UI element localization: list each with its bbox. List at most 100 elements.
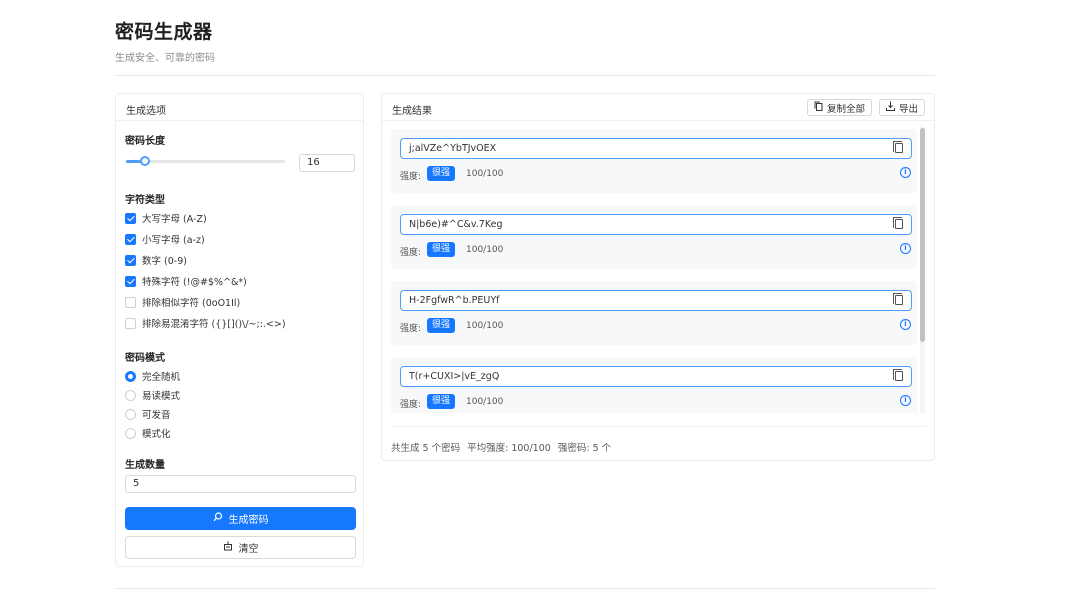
password-text: N|b6e)#^C&v.7Keg xyxy=(409,219,503,230)
strength-badge: 很强 xyxy=(427,318,456,333)
clear-icon xyxy=(223,541,233,554)
password-item: H-2FgfwR^b.PEUYf 强度: 很强 100/100 i xyxy=(391,281,917,345)
radio[interactable] xyxy=(125,408,136,420)
generate-button-label: 生成密码 xyxy=(228,515,269,526)
checkbox[interactable] xyxy=(125,233,136,245)
length-slider[interactable] xyxy=(126,156,285,166)
password-field[interactable]: H-2FgfwR^b.PEUYf xyxy=(400,290,912,311)
results-panel: 生成结果 复制全部 导出 j;alVZe^YbTJvOEX 强度: 很强 100/10… xyxy=(381,93,935,461)
strength-label: 强度: xyxy=(400,324,422,334)
search-icon xyxy=(213,512,223,525)
password-list-scrollbar[interactable] xyxy=(920,126,925,414)
password-field[interactable]: j;alVZe^YbTJvOEX xyxy=(400,138,912,159)
radio[interactable] xyxy=(125,389,136,401)
page: 密码生成器 生成安全、可靠的密码 生成选项 密码长度 16 字符类型 大写字母 … xyxy=(115,0,935,590)
char-type-label: 大写字母 (A-Z) xyxy=(142,214,207,225)
length-input[interactable]: 16 xyxy=(299,154,355,172)
mode-label-text: 可发音 xyxy=(142,410,171,421)
char-type-option[interactable]: 数字 (0-9) xyxy=(125,253,187,267)
strength-label: 强度: xyxy=(400,172,422,182)
info-icon[interactable]: i xyxy=(900,243,911,254)
clear-button[interactable]: 清空 xyxy=(125,536,356,559)
checkbox[interactable] xyxy=(125,317,136,329)
char-type-option[interactable]: 大写字母 (A-Z) xyxy=(125,211,207,225)
char-type-label: 排除相似字符 (0oO1Il) xyxy=(142,298,241,309)
checkbox[interactable] xyxy=(125,254,136,266)
download-icon xyxy=(886,101,895,114)
export-label: 导出 xyxy=(899,103,919,115)
strength-score: 100/100 xyxy=(466,169,504,179)
strength-badge: 很强 xyxy=(427,166,456,181)
length-label: 密码长度 xyxy=(125,136,165,147)
char-type-label: 特殊字符 (!@#$%^&*) xyxy=(142,277,247,288)
copy-icon[interactable] xyxy=(893,369,903,381)
char-type-label: 小写字母 (a-z) xyxy=(142,235,205,246)
copy-all-button[interactable]: 复制全部 xyxy=(807,99,873,116)
info-icon[interactable]: i xyxy=(900,319,911,330)
count-input[interactable]: 5 xyxy=(125,475,356,493)
clear-button-label: 清空 xyxy=(238,544,259,555)
password-item: T(r+CUXI>|vE_zgQ 强度: 很强 100/100 i xyxy=(391,357,917,413)
char-types-label: 字符类型 xyxy=(125,195,165,206)
radio[interactable] xyxy=(125,370,136,382)
char-type-option[interactable]: 排除相似字符 (0oO1Il) xyxy=(125,295,240,309)
strength-score: 100/100 xyxy=(466,321,504,331)
char-type-option[interactable]: 特殊字符 (!@#$%^&*) xyxy=(125,274,247,288)
char-type-option[interactable]: 排除易混淆字符 ({}[]()\/~;:.<>) xyxy=(125,316,286,330)
info-icon[interactable]: i xyxy=(900,167,911,178)
footer-divider xyxy=(115,588,935,589)
summary-divider xyxy=(391,426,926,427)
options-panel-title: 生成选项 xyxy=(126,106,166,117)
export-button[interactable]: 导出 xyxy=(879,99,926,116)
mode-label-text: 完全随机 xyxy=(142,372,181,383)
copy-icon[interactable] xyxy=(893,293,903,305)
strength-label: 强度: xyxy=(400,400,422,410)
copy-all-label: 复制全部 xyxy=(827,103,866,115)
mode-option[interactable]: 完全随机 xyxy=(125,369,180,383)
generate-button[interactable]: 生成密码 xyxy=(125,507,356,530)
strength-score: 100/100 xyxy=(466,245,504,255)
summary-average: 平均强度: 100/100 xyxy=(467,443,551,454)
strength-score: 100/100 xyxy=(466,397,504,407)
char-type-label: 排除易混淆字符 ({}[]()\/~;:.<>) xyxy=(142,319,286,330)
strength-badge: 很强 xyxy=(427,242,456,257)
checkbox[interactable] xyxy=(125,212,136,224)
strength-badge: 很强 xyxy=(427,394,456,409)
password-field[interactable]: T(r+CUXI>|vE_zgQ xyxy=(400,366,912,387)
char-type-label: 数字 (0-9) xyxy=(142,256,187,267)
password-text: H-2FgfwR^b.PEUYf xyxy=(409,295,500,306)
summary-total: 共生成 5 个密码 xyxy=(391,443,461,454)
page-title: 密码生成器 xyxy=(115,21,213,43)
char-type-option[interactable]: 小写字母 (a-z) xyxy=(125,232,205,246)
length-slider-handle[interactable] xyxy=(140,156,151,166)
mode-label: 密码模式 xyxy=(125,353,165,364)
scrollbar-thumb[interactable] xyxy=(920,128,925,342)
copy-icon xyxy=(814,101,823,114)
mode-label-text: 易读模式 xyxy=(142,391,181,402)
radio[interactable] xyxy=(125,427,136,439)
password-text: T(r+CUXI>|vE_zgQ xyxy=(409,371,500,382)
copy-icon[interactable] xyxy=(893,217,903,229)
checkbox[interactable] xyxy=(125,275,136,287)
copy-icon[interactable] xyxy=(893,141,903,153)
password-item: N|b6e)#^C&v.7Keg 强度: 很强 100/100 i xyxy=(391,205,917,269)
mode-label-text: 模式化 xyxy=(142,429,171,440)
summary-strong: 强密码: 5 个 xyxy=(557,443,612,454)
checkbox[interactable] xyxy=(125,296,136,308)
options-panel: 生成选项 密码长度 16 字符类型 大写字母 (A-Z) 小写字母 (a-z) 数字… xyxy=(115,93,364,567)
info-icon[interactable]: i xyxy=(900,395,911,406)
options-panel-header: 生成选项 xyxy=(116,94,363,121)
mode-option[interactable]: 模式化 xyxy=(125,426,171,440)
header-divider xyxy=(115,75,935,76)
results-panel-header: 生成结果 复制全部 导出 xyxy=(382,94,934,121)
count-label: 生成数量 xyxy=(125,460,165,471)
results-panel-title: 生成结果 xyxy=(392,106,432,117)
results-summary: 共生成 5 个密码 平均强度: 100/100 强密码: 5 个 xyxy=(391,440,615,454)
password-field[interactable]: N|b6e)#^C&v.7Keg xyxy=(400,214,912,235)
page-subtitle: 生成安全、可靠的密码 xyxy=(115,53,215,64)
strength-label: 强度: xyxy=(400,248,422,258)
mode-option[interactable]: 可发音 xyxy=(125,407,171,421)
mode-option[interactable]: 易读模式 xyxy=(125,388,180,402)
password-text: j;alVZe^YbTJvOEX xyxy=(409,143,497,154)
password-list: j;alVZe^YbTJvOEX 强度: 很强 100/100 i N|b6e)#^C&v… xyxy=(391,123,926,413)
